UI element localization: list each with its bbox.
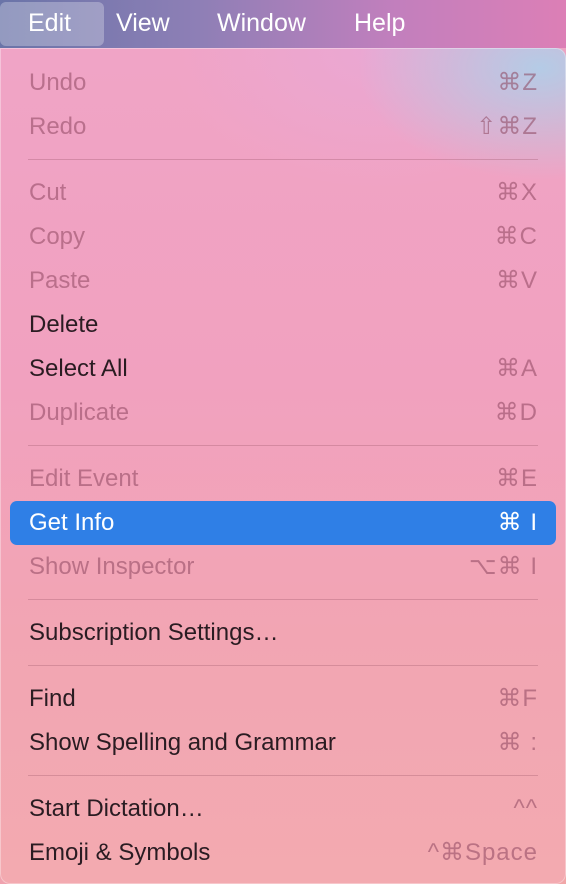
menu-item-label: Duplicate: [29, 399, 130, 426]
menu-separator: [28, 775, 538, 776]
menu-item-shortcut: ⌘Z: [497, 69, 538, 96]
menu-item-label: Select All: [29, 355, 128, 382]
menu-item-emoji-and-symbols[interactable]: Emoji & Symbols ^⌘Space: [10, 831, 556, 875]
menubar-edit[interactable]: Edit: [0, 2, 104, 46]
menu-item-shortcut: ^⌘Space: [427, 839, 538, 866]
menu-item-find[interactable]: Find ⌘F: [10, 677, 556, 721]
menu-item-show-inspector[interactable]: Show Inspector ⌥⌘ I: [10, 545, 556, 589]
menu-item-label: Redo: [29, 113, 87, 140]
menu-separator: [28, 159, 538, 160]
menu-item-label: Get Info: [29, 509, 115, 536]
menu-item-shortcut: ⌘ I: [497, 509, 538, 536]
menu-item-undo[interactable]: Undo ⌘Z: [10, 61, 556, 105]
menu-item-label: Cut: [29, 179, 67, 206]
menu-item-redo[interactable]: Redo ⇧⌘Z: [10, 105, 556, 149]
menubar-window[interactable]: Window: [205, 0, 318, 48]
menu-item-label: Show Inspector: [29, 553, 195, 580]
menu-item-duplicate[interactable]: Duplicate ⌘D: [10, 391, 556, 435]
menubar-view[interactable]: View: [104, 0, 182, 48]
menu-item-paste[interactable]: Paste ⌘V: [10, 259, 556, 303]
menu-item-label: Subscription Settings…: [29, 619, 279, 646]
menu-item-label: Undo: [29, 69, 87, 96]
menu-item-label: Paste: [29, 267, 91, 294]
menu-item-shortcut: ^^: [513, 795, 538, 822]
menu-separator: [28, 599, 538, 600]
menu-item-shortcut: ⌘X: [495, 179, 538, 206]
menu-item-copy[interactable]: Copy ⌘C: [10, 215, 556, 259]
menu-item-label: Copy: [29, 223, 86, 250]
menu-item-shortcut: ⇧⌘Z: [476, 113, 538, 140]
menu-item-get-info[interactable]: Get Info ⌘ I: [10, 501, 556, 545]
menu-item-shortcut: ⌥⌘ I: [469, 553, 538, 580]
menu-item-show-spelling-and-grammar[interactable]: Show Spelling and Grammar ⌘ :: [10, 721, 556, 765]
menu-item-label: Start Dictation…: [29, 795, 204, 822]
menu-bar: Edit View Window Help: [0, 0, 566, 48]
menu-item-label: Show Spelling and Grammar: [29, 729, 336, 756]
menu-item-shortcut: ⌘ :: [497, 729, 538, 756]
menu-item-shortcut: ⌘V: [495, 267, 538, 294]
menu-item-shortcut: ⌘F: [497, 685, 538, 712]
menu-item-label: Emoji & Symbols: [29, 839, 211, 866]
menu-item-label: Delete: [29, 311, 99, 338]
menu-item-label: Find: [29, 685, 76, 712]
menu-item-shortcut: ⌘C: [494, 223, 538, 250]
edit-menu-dropdown: Undo ⌘Z Redo ⇧⌘Z Cut ⌘X Copy ⌘C Paste ⌘V…: [0, 48, 566, 884]
menu-item-subscription-settings[interactable]: Subscription Settings…: [10, 611, 556, 655]
menu-item-label: Edit Event: [29, 465, 139, 492]
menu-item-shortcut: ⌘D: [494, 399, 538, 426]
menu-item-select-all[interactable]: Select All ⌘A: [10, 347, 556, 391]
menu-item-cut[interactable]: Cut ⌘X: [10, 171, 556, 215]
menu-item-shortcut: ⌘E: [495, 465, 538, 492]
menu-item-start-dictation[interactable]: Start Dictation… ^^: [10, 787, 556, 831]
menu-item-shortcut: ⌘A: [495, 355, 538, 382]
menu-item-delete[interactable]: Delete: [10, 303, 556, 347]
menu-separator: [28, 665, 538, 666]
menu-separator: [28, 445, 538, 446]
menubar-help[interactable]: Help: [342, 0, 417, 48]
menu-item-edit-event[interactable]: Edit Event ⌘E: [10, 457, 556, 501]
